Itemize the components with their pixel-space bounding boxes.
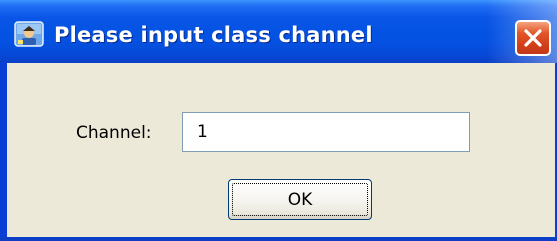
window-title: Please input class channel — [54, 23, 373, 47]
ok-button[interactable]: OK — [228, 179, 372, 220]
close-icon — [524, 29, 542, 47]
title-bar[interactable]: Please input class channel — [0, 0, 557, 63]
channel-label: Channel: — [76, 123, 152, 143]
close-button[interactable] — [515, 20, 551, 56]
ok-button-label: OK — [287, 190, 313, 210]
window-frame-bottom — [0, 237, 557, 241]
dialog-window: Please input class channel Channel: OK — [0, 0, 557, 241]
channel-input[interactable] — [182, 112, 470, 152]
app-icon — [14, 21, 44, 47]
